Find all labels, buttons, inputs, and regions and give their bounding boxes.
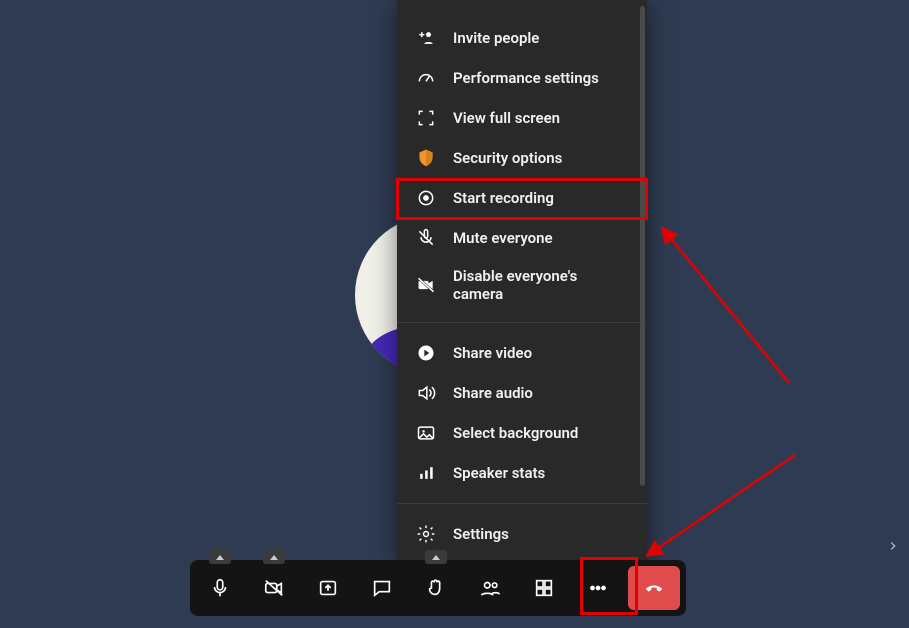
menu-item-share-audio[interactable]: Share audio — [397, 373, 647, 413]
menu-scrollbar[interactable] — [640, 6, 645, 486]
tile-view-button[interactable] — [520, 566, 568, 610]
participants-button[interactable] — [466, 566, 514, 610]
chat-button[interactable] — [358, 566, 406, 610]
record-icon — [415, 187, 437, 209]
screenshare-button[interactable] — [304, 566, 352, 610]
gauge-icon — [415, 67, 437, 89]
menu-item-select-background[interactable]: Select background — [397, 413, 647, 453]
camera-options-chevron[interactable] — [263, 550, 285, 564]
menu-item-share-video[interactable]: Share video — [397, 333, 647, 373]
raise-hand-button[interactable] — [412, 566, 460, 610]
menu-item-label: Start recording — [453, 189, 554, 207]
menu-divider — [397, 503, 647, 504]
reactions-chevron[interactable] — [425, 550, 447, 564]
more-actions-button[interactable] — [574, 566, 622, 610]
menu-item-label: Settings — [453, 525, 509, 543]
person-add-icon — [415, 27, 437, 49]
menu-item-label: Mute everyone — [453, 229, 553, 247]
menu-item-label: Disable everyone's camera — [453, 267, 629, 303]
camera-off-all-icon — [415, 274, 437, 296]
menu-item-security-options[interactable]: Security options — [397, 138, 647, 178]
menu-item-label: View full screen — [453, 109, 560, 127]
call-toolbar — [190, 560, 686, 616]
shield-icon — [415, 147, 437, 169]
hangup-button[interactable] — [628, 566, 680, 610]
menu-item-label: Performance settings — [453, 69, 599, 87]
menu-item-invite-people[interactable]: Invite people — [397, 18, 647, 58]
image-icon — [415, 422, 437, 444]
volume-icon — [415, 382, 437, 404]
menu-item-label: Share audio — [453, 384, 533, 402]
mic-off-all-icon — [415, 227, 437, 249]
mic-options-chevron[interactable] — [209, 550, 231, 564]
menu-item-label: Security options — [453, 149, 562, 167]
menu-item-label: Invite people — [453, 29, 539, 47]
menu-item-start-recording[interactable]: Start recording — [397, 178, 647, 218]
menu-item-speaker-stats[interactable]: Speaker stats — [397, 453, 647, 493]
play-circle-icon — [415, 342, 437, 364]
gear-icon — [415, 523, 437, 545]
fullscreen-icon — [415, 107, 437, 129]
bar-chart-icon — [415, 462, 437, 484]
menu-divider — [397, 322, 647, 323]
camera-button[interactable] — [250, 566, 298, 610]
menu-item-label: Speaker stats — [453, 464, 545, 482]
mic-button[interactable] — [196, 566, 244, 610]
menu-item-performance-settings[interactable]: Performance settings — [397, 58, 647, 98]
menu-item-view-full-screen[interactable]: View full screen — [397, 98, 647, 138]
menu-item-mute-everyone[interactable]: Mute everyone — [397, 218, 647, 258]
menu-item-label: Share video — [453, 344, 532, 362]
expand-panel-chevron[interactable] — [883, 536, 903, 556]
menu-item-settings[interactable]: Settings — [397, 514, 647, 554]
more-actions-menu: Invite people Performance settings View … — [397, 0, 647, 562]
menu-item-disable-everyones-camera[interactable]: Disable everyone's camera — [397, 258, 647, 312]
menu-item-label: Select background — [453, 424, 578, 442]
